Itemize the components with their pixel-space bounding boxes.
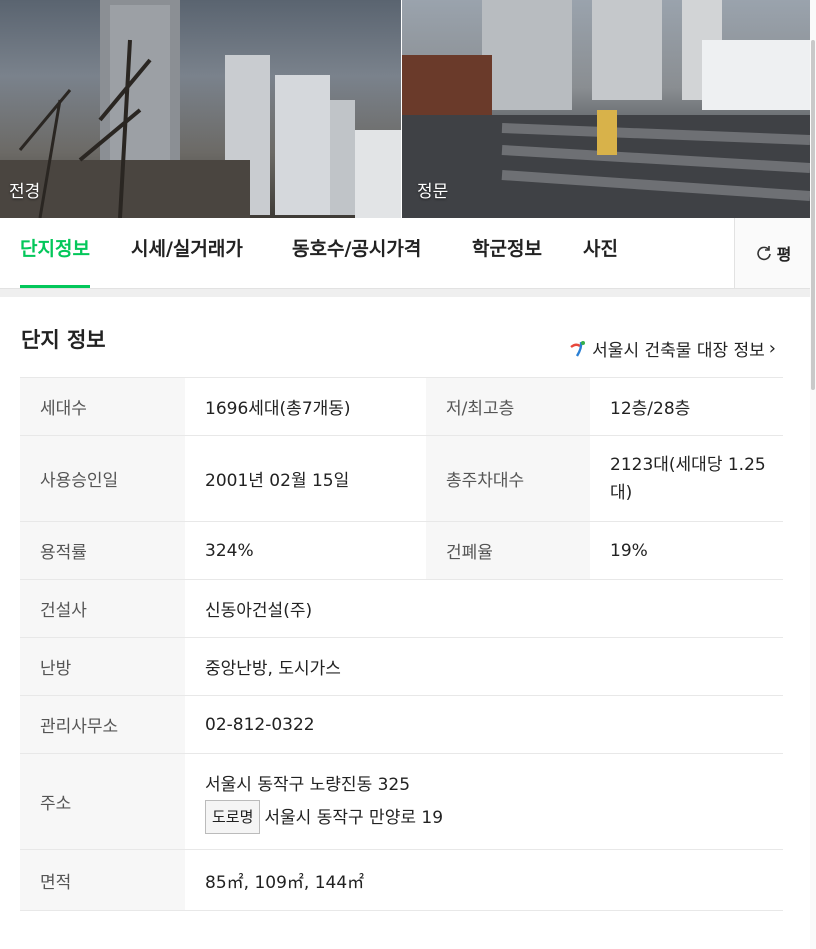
- table-row: 면적 85㎡, 109㎡, 144㎡: [20, 849, 783, 911]
- address-value: 서울시 동작구 노량진동 325 도로명 서울시 동작구 만양로 19: [185, 753, 783, 850]
- building-registry-label: 서울시 건축물 대장 정보: [592, 341, 765, 361]
- photo-exterior[interactable]: 전경: [0, 0, 401, 218]
- building-coverage-value: 19%: [590, 521, 783, 580]
- households-value: 1696세대(총7개동): [185, 377, 426, 436]
- tab-photos[interactable]: 사진: [583, 218, 618, 288]
- seoul-logo-icon: [570, 340, 586, 357]
- table-row: 건설사 신동아건설(주): [20, 579, 783, 638]
- gate-photo-image: [402, 0, 810, 218]
- management-office-label: 관리사무소: [20, 695, 185, 754]
- table-row: 용적률 324% 건폐율 19%: [20, 521, 783, 580]
- photo-caption: 정문: [417, 182, 449, 202]
- complex-info-table: 세대수 1696세대(총7개동) 저/최고층 12층/28층 사용승인일 200…: [20, 377, 783, 911]
- building-registry-link[interactable]: 서울시 건축물 대장 정보 ›: [568, 336, 776, 361]
- address-label: 주소: [20, 753, 185, 850]
- approval-date-label: 사용승인일: [20, 435, 185, 522]
- area-value: 85㎡, 109㎡, 144㎡: [185, 849, 783, 911]
- heating-label: 난방: [20, 637, 185, 696]
- photo-strip: 전경 정문: [0, 0, 810, 218]
- exterior-photo-image: [0, 0, 401, 218]
- refresh-icon: [756, 246, 771, 261]
- table-row: 난방 중앙난방, 도시가스: [20, 637, 783, 696]
- tab-market-price[interactable]: 시세/실거래가: [131, 218, 243, 288]
- floor-area-ratio-label: 용적률: [20, 521, 185, 580]
- parking-label: 총주차대수: [426, 435, 590, 522]
- unit-toggle-button[interactable]: 평: [734, 218, 811, 288]
- area-label: 면적: [20, 849, 185, 911]
- page-scrollbar[interactable]: [810, 0, 816, 949]
- table-row: 관리사무소 02-812-0322: [20, 695, 783, 754]
- tab-school-info[interactable]: 학군정보: [472, 218, 542, 288]
- unit-toggle-label: 평: [776, 245, 792, 264]
- tab-bar: 단지정보 시세/실거래가 동호수/공시가격 학군정보 사진 평: [0, 218, 811, 289]
- chevron-right-icon: ›: [768, 338, 776, 359]
- heating-value: 중앙난방, 도시가스: [185, 637, 783, 696]
- table-row: 사용승인일 2001년 02월 15일 총주차대수 2123대(세대당 1.25…: [20, 435, 783, 522]
- section-title: 단지 정보: [21, 328, 106, 352]
- address-lot: 서울시 동작구 노량진동 325: [205, 774, 411, 795]
- table-row: 주소 서울시 동작구 노량진동 325 도로명 서울시 동작구 만양로 19: [20, 753, 783, 850]
- floors-value: 12층/28층: [590, 377, 783, 436]
- approval-date-value: 2001년 02월 15일: [185, 435, 426, 522]
- address-road: 서울시 동작구 만양로 19: [264, 807, 444, 828]
- tab-complex-info[interactable]: 단지정보: [20, 218, 90, 288]
- photo-caption: 전경: [9, 182, 41, 202]
- building-coverage-label: 건폐율: [426, 521, 590, 580]
- photo-main-gate[interactable]: 정문: [402, 0, 810, 218]
- households-label: 세대수: [20, 377, 185, 436]
- management-office-value: 02-812-0322: [185, 695, 783, 754]
- table-row: 세대수 1696세대(총7개동) 저/최고층 12층/28층: [20, 377, 783, 436]
- section-divider: [0, 289, 810, 297]
- scrollbar-thumb[interactable]: [811, 40, 815, 390]
- floor-area-ratio-value: 324%: [185, 521, 426, 580]
- floors-label: 저/최고층: [426, 377, 590, 436]
- builder-value: 신동아건설(주): [185, 579, 783, 638]
- parking-value: 2123대(세대당 1.25대): [590, 435, 783, 522]
- tab-unit-official-price[interactable]: 동호수/공시가격: [292, 218, 421, 288]
- builder-label: 건설사: [20, 579, 185, 638]
- address-road-row: 도로명 서울시 동작구 만양로 19: [205, 799, 769, 834]
- road-name-badge: 도로명: [205, 799, 261, 834]
